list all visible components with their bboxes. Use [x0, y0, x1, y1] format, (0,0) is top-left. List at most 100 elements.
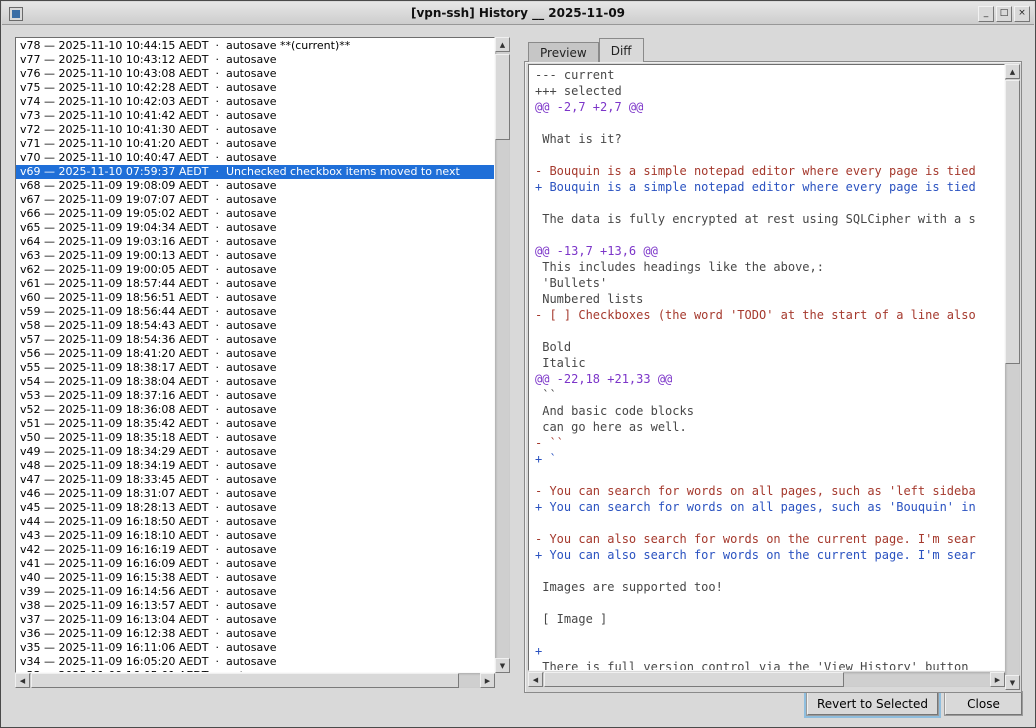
diff-line-context: [535, 467, 1004, 483]
history-row[interactable]: v51 — 2025-11-09 18:35:42 AEDT · autosav…: [16, 417, 494, 431]
history-row[interactable]: v65 — 2025-11-09 19:04:34 AEDT · autosav…: [16, 221, 494, 235]
history-row[interactable]: v54 — 2025-11-09 18:38:04 AEDT · autosav…: [16, 375, 494, 389]
history-row[interactable]: v76 — 2025-11-10 10:43:08 AEDT · autosav…: [16, 67, 494, 81]
tab-bar: Preview Diff: [528, 38, 644, 62]
history-row[interactable]: v70 — 2025-11-10 10:40:47 AEDT · autosav…: [16, 151, 494, 165]
diff-line-context: 'Bullets': [535, 275, 1004, 291]
history-row-selected[interactable]: v69 — 2025-11-10 07:59:37 AEDT · Uncheck…: [16, 165, 494, 179]
diff-line-context: And basic code blocks: [535, 403, 1004, 419]
history-row[interactable]: v58 — 2025-11-09 18:54:43 AEDT · autosav…: [16, 319, 494, 333]
diff-line-hunk: @@ -22,18 +21,33 @@: [535, 371, 1004, 387]
diff-line-meta: --- current: [535, 67, 1004, 83]
history-row[interactable]: v52 — 2025-11-09 18:36:08 AEDT · autosav…: [16, 403, 494, 417]
maximize-button[interactable]: □: [996, 6, 1012, 22]
diff-line-hunk: @@ -13,7 +13,6 @@: [535, 243, 1004, 259]
diff-line-context: [535, 323, 1004, 339]
history-row[interactable]: v72 — 2025-11-10 10:41:30 AEDT · autosav…: [16, 123, 494, 137]
history-row[interactable]: v64 — 2025-11-09 19:03:16 AEDT · autosav…: [16, 235, 494, 249]
diff-line-added: + You can search for words on all pages,…: [535, 499, 1004, 515]
history-row[interactable]: v37 — 2025-11-09 16:13:04 AEDT · autosav…: [16, 613, 494, 627]
diff-line-context: [535, 627, 1004, 643]
window-controls: _ □ ×: [978, 6, 1030, 22]
history-hscrollbar[interactable]: ◀ ▶: [15, 673, 495, 688]
diff-line-context: [535, 515, 1004, 531]
tab-preview[interactable]: Preview: [528, 42, 599, 62]
history-row[interactable]: v60 — 2025-11-09 18:56:51 AEDT · autosav…: [16, 291, 494, 305]
history-row[interactable]: v61 — 2025-11-09 18:57:44 AEDT · autosav…: [16, 277, 494, 291]
history-row[interactable]: v59 — 2025-11-09 18:56:44 AEDT · autosav…: [16, 305, 494, 319]
history-row[interactable]: v44 — 2025-11-09 16:18:50 AEDT · autosav…: [16, 515, 494, 529]
diff-line-context: This includes headings like the above,:: [535, 259, 1004, 275]
history-row[interactable]: v63 — 2025-11-09 19:00:13 AEDT · autosav…: [16, 249, 494, 263]
window-title: [vpn-ssh] History __ 2025-11-09: [2, 6, 1034, 20]
history-row[interactable]: v41 — 2025-11-09 16:16:09 AEDT · autosav…: [16, 557, 494, 571]
diff-line-removed: - You can search for words on all pages,…: [535, 483, 1004, 499]
scroll-left-icon[interactable]: ◀: [15, 673, 30, 688]
history-row[interactable]: v55 — 2025-11-09 18:38:17 AEDT · autosav…: [16, 361, 494, 375]
diff-line-context: ``: [535, 387, 1004, 403]
history-row[interactable]: v56 — 2025-11-09 18:41:20 AEDT · autosav…: [16, 347, 494, 361]
history-row[interactable]: v49 — 2025-11-09 18:34:29 AEDT · autosav…: [16, 445, 494, 459]
history-row[interactable]: v34 — 2025-11-09 16:05:20 AEDT · autosav…: [16, 655, 494, 669]
history-row[interactable]: v38 — 2025-11-09 16:13:57 AEDT · autosav…: [16, 599, 494, 613]
history-row[interactable]: v46 — 2025-11-09 18:31:07 AEDT · autosav…: [16, 487, 494, 501]
diff-line-context: can go here as well.: [535, 419, 1004, 435]
tab-diff[interactable]: Diff: [599, 38, 644, 62]
diff-line-removed: - You can also search for words on the c…: [535, 531, 1004, 547]
revert-to-selected-button[interactable]: Revert to Selected: [807, 692, 938, 715]
diff-line-added: + You can also search for words on the c…: [535, 547, 1004, 563]
history-row[interactable]: v50 — 2025-11-09 18:35:18 AEDT · autosav…: [16, 431, 494, 445]
diff-line-hunk: @@ -2,7 +2,7 @@: [535, 99, 1004, 115]
history-vscrollbar[interactable]: ▲ ▼: [495, 37, 510, 673]
close-action-button[interactable]: Close: [945, 692, 1022, 715]
diff-line-context: [535, 563, 1004, 579]
scroll-down-icon[interactable]: ▼: [1005, 675, 1020, 690]
history-row[interactable]: v40 — 2025-11-09 16:15:38 AEDT · autosav…: [16, 571, 494, 585]
history-row[interactable]: v71 — 2025-11-10 10:41:20 AEDT · autosav…: [16, 137, 494, 151]
diff-vscrollbar[interactable]: ▲ ▼: [1005, 64, 1020, 690]
scroll-right-icon[interactable]: ▶: [480, 673, 495, 688]
history-row[interactable]: v75 — 2025-11-10 10:42:28 AEDT · autosav…: [16, 81, 494, 95]
scroll-up-icon[interactable]: ▲: [1005, 64, 1020, 79]
history-row[interactable]: v57 — 2025-11-09 18:54:36 AEDT · autosav…: [16, 333, 494, 347]
history-row[interactable]: v68 — 2025-11-09 19:08:09 AEDT · autosav…: [16, 179, 494, 193]
history-row[interactable]: v43 — 2025-11-09 16:18:10 AEDT · autosav…: [16, 529, 494, 543]
history-row[interactable]: v53 — 2025-11-09 18:37:16 AEDT · autosav…: [16, 389, 494, 403]
diff-line-removed: - [ ] Checkboxes (the word 'TODO' at the…: [535, 307, 1004, 323]
history-vscrollbar-thumb[interactable]: [495, 54, 510, 140]
diff-text[interactable]: --- current+++ selected@@ -2,7 +2,7 @@ W…: [528, 64, 1005, 671]
diff-line-context: Bold: [535, 339, 1004, 355]
diff-vscrollbar-thumb[interactable]: [1005, 80, 1020, 364]
history-row[interactable]: v47 — 2025-11-09 18:33:45 AEDT · autosav…: [16, 473, 494, 487]
history-row[interactable]: v35 — 2025-11-09 16:11:06 AEDT · autosav…: [16, 641, 494, 655]
history-row[interactable]: v36 — 2025-11-09 16:12:38 AEDT · autosav…: [16, 627, 494, 641]
history-list[interactable]: v78 — 2025-11-10 10:44:15 AEDT · autosav…: [15, 37, 495, 673]
history-row[interactable]: v45 — 2025-11-09 18:28:13 AEDT · autosav…: [16, 501, 494, 515]
diff-line-context: [535, 195, 1004, 211]
history-row[interactable]: v77 — 2025-11-10 10:43:12 AEDT · autosav…: [16, 53, 494, 67]
scroll-left-icon[interactable]: ◀: [528, 672, 543, 687]
history-row[interactable]: v73 — 2025-11-10 10:41:42 AEDT · autosav…: [16, 109, 494, 123]
history-row[interactable]: v66 — 2025-11-09 19:05:02 AEDT · autosav…: [16, 207, 494, 221]
diff-hscrollbar-thumb[interactable]: [544, 672, 844, 687]
titlebar[interactable]: [vpn-ssh] History __ 2025-11-09 _ □ ×: [2, 2, 1034, 25]
diff-line-removed: - Bouquin is a simple notepad editor whe…: [535, 163, 1004, 179]
history-row[interactable]: v39 — 2025-11-09 16:14:56 AEDT · autosav…: [16, 585, 494, 599]
scroll-up-icon[interactable]: ▲: [495, 37, 510, 52]
history-row[interactable]: v74 — 2025-11-10 10:42:03 AEDT · autosav…: [16, 95, 494, 109]
minimize-button[interactable]: _: [978, 6, 994, 22]
diff-line-context: [535, 227, 1004, 243]
history-row[interactable]: v62 — 2025-11-09 19:00:05 AEDT · autosav…: [16, 263, 494, 277]
diff-hscrollbar[interactable]: ◀ ▶: [528, 672, 1005, 687]
diff-line-removed: - ``: [535, 435, 1004, 451]
history-row[interactable]: v42 — 2025-11-09 16:16:19 AEDT · autosav…: [16, 543, 494, 557]
history-row[interactable]: v67 — 2025-11-09 19:07:07 AEDT · autosav…: [16, 193, 494, 207]
diff-line-meta: +++ selected: [535, 83, 1004, 99]
scroll-down-icon[interactable]: ▼: [495, 658, 510, 673]
history-row[interactable]: v78 — 2025-11-10 10:44:15 AEDT · autosav…: [16, 39, 494, 53]
close-window-button[interactable]: ×: [1014, 6, 1030, 22]
diff-line-context: [535, 115, 1004, 131]
scroll-right-icon[interactable]: ▶: [990, 672, 1005, 687]
history-hscrollbar-thumb[interactable]: [31, 673, 459, 688]
history-row[interactable]: v48 — 2025-11-09 18:34:19 AEDT · autosav…: [16, 459, 494, 473]
